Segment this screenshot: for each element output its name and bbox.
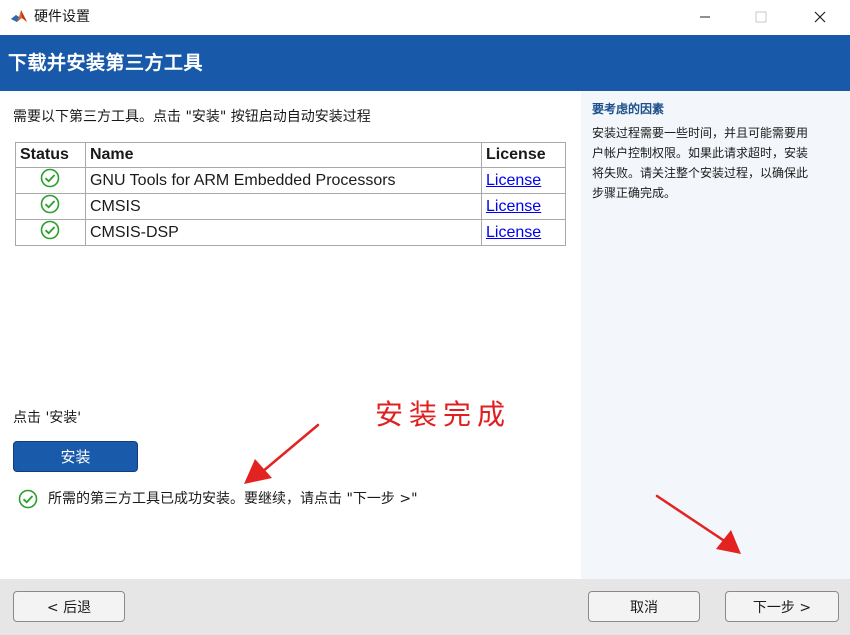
matlab-logo-icon: [10, 7, 28, 25]
status-cell: [15, 193, 86, 220]
table-row: CMSIS-DSP License: [15, 219, 566, 246]
close-button[interactable]: [790, 0, 850, 33]
minimize-icon: [700, 16, 710, 17]
column-header-status: Status: [15, 142, 86, 168]
table-row: GNU Tools for ARM Embedded Processors Li…: [15, 167, 566, 194]
cancel-button[interactable]: 取消: [588, 591, 700, 622]
status-cell: [15, 219, 86, 246]
footer-bar: < 后退 取消 下一步 >: [0, 579, 850, 635]
instruction-text: 需要以下第三方工具。点击 "安装" 按钮启动自动安装过程: [13, 109, 371, 125]
license-link[interactable]: License: [486, 198, 541, 215]
page-title: 下载并安装第三方工具: [8, 52, 204, 74]
column-header-name: Name: [84, 142, 483, 168]
close-icon: [814, 11, 826, 22]
minimize-button[interactable]: [675, 0, 735, 33]
license-link[interactable]: License: [486, 172, 541, 189]
side-panel-line: 将失败。请关注整个安装过程，以确保此: [592, 166, 809, 180]
check-circle-icon: [41, 220, 60, 240]
click-install-label: 点击 '安装': [13, 410, 82, 426]
title-bar: 硬件设置: [0, 0, 850, 35]
next-button[interactable]: 下一步 >: [725, 591, 839, 622]
check-circle-icon: [41, 168, 60, 188]
side-panel-title: 要考虑的因素: [592, 102, 665, 116]
column-header-license: License: [481, 142, 566, 168]
check-circle-icon: [41, 194, 60, 214]
side-panel-line: 户帐户控制权限。如果此请求超时，安装: [592, 146, 809, 160]
window-title: 硬件设置: [34, 9, 90, 25]
install-button[interactable]: 安装: [13, 441, 138, 472]
table-header-row: Status Name License: [15, 142, 566, 168]
side-panel-body: 安装过程需要一些时间，并且可能需要用 户帐户控制权限。如果此请求超时，安装 将失…: [592, 123, 842, 203]
check-circle-icon: [18, 489, 38, 509]
tools-table: Status Name License GNU Tools for ARM Em…: [15, 142, 566, 246]
tool-name: GNU Tools for ARM Embedded Processors: [84, 167, 483, 194]
side-panel-line: 安装过程需要一些时间，并且可能需要用: [592, 126, 809, 140]
license-cell: License: [481, 193, 566, 220]
side-panel-line: 步骤正确完成。: [592, 186, 677, 200]
license-cell: License: [481, 167, 566, 194]
license-link[interactable]: License: [486, 224, 541, 241]
status-cell: [15, 167, 86, 194]
maximize-icon: [755, 11, 767, 22]
tool-name: CMSIS-DSP: [84, 219, 483, 246]
success-message: 所需的第三方工具已成功安装。要继续，请点击 "下一步 >": [48, 491, 418, 507]
main-content: 需要以下第三方工具。点击 "安装" 按钮启动自动安装过程 Status Name…: [0, 91, 581, 579]
table-row: CMSIS License: [15, 193, 566, 220]
license-cell: License: [481, 219, 566, 246]
tool-name: CMSIS: [84, 193, 483, 220]
maximize-button[interactable]: [731, 0, 791, 33]
annotation-label: 安装完成: [375, 398, 512, 431]
side-panel: 要考虑的因素 安装过程需要一些时间，并且可能需要用 户帐户控制权限。如果此请求超…: [581, 91, 850, 579]
back-button[interactable]: < 后退: [13, 591, 125, 622]
page-header: 下载并安装第三方工具: [0, 35, 850, 91]
